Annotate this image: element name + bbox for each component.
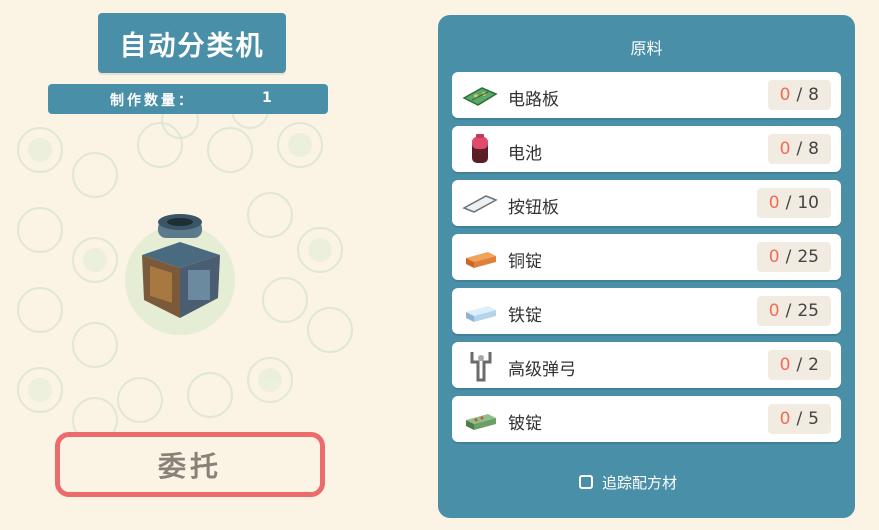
commission-button[interactable]: 委托 — [55, 432, 325, 497]
material-row: 电路板 0/8 — [452, 72, 841, 118]
machine-title: 自动分类机 — [98, 13, 286, 73]
material-name: 高级弹弓 — [508, 360, 576, 380]
quantity-bar: 制作数量： 1 — [48, 84, 328, 114]
materials-title: 原料 — [630, 39, 663, 58]
button-board-icon — [462, 195, 498, 213]
material-name: 电池 — [508, 144, 542, 164]
material-count: 0/25 — [756, 242, 831, 272]
material-name: 电路板 — [508, 90, 559, 110]
quantity-label: 制作数量： — [110, 93, 195, 109]
beryllium-ingot-icon — [466, 414, 496, 430]
copper-ingot-icon — [466, 252, 496, 268]
sorter-machine-icon — [125, 214, 235, 335]
material-row: 铍锭 0/5 — [452, 396, 841, 442]
material-row: 铜锭 0/25 — [452, 234, 841, 280]
material-row: 电池 0/8 — [452, 126, 841, 172]
materials-panel: 原料 电路板 0/8 电池 0/8 按钮板 0/10 铜锭 0 / 25 铁锭 … — [438, 15, 855, 518]
material-name: 铁锭 — [508, 306, 542, 326]
material-row: 按钮板 0/10 — [452, 180, 841, 226]
material-name: 铜锭 — [508, 252, 542, 272]
track-recipe-toggle[interactable]: 追踪配方材 — [579, 472, 677, 492]
material-count: 0/2 — [767, 350, 831, 380]
material-count: 0/8 — [767, 80, 831, 110]
battery-icon — [472, 134, 488, 163]
material-count: 0/5 — [767, 404, 831, 434]
material-name: 铍锭 — [508, 414, 542, 434]
iron-ingot-icon — [466, 306, 496, 322]
text-fade-overlay — [680, 460, 830, 500]
slingshot-icon — [470, 352, 492, 382]
track-recipe-label: 追踪配方材 — [602, 473, 678, 492]
circuit-board-icon — [462, 87, 498, 106]
material-count: 0/25 — [756, 296, 831, 326]
material-count: 0/10 — [756, 188, 831, 218]
material-name: 按钮板 — [508, 198, 559, 218]
quantity-value: 1 — [262, 90, 272, 106]
material-row: 高级弹弓 0/2 — [452, 342, 841, 388]
material-row: 铁锭 0/25 — [452, 288, 841, 334]
material-count: 0/8 — [767, 134, 831, 164]
track-recipe-checkbox[interactable] — [579, 475, 593, 489]
